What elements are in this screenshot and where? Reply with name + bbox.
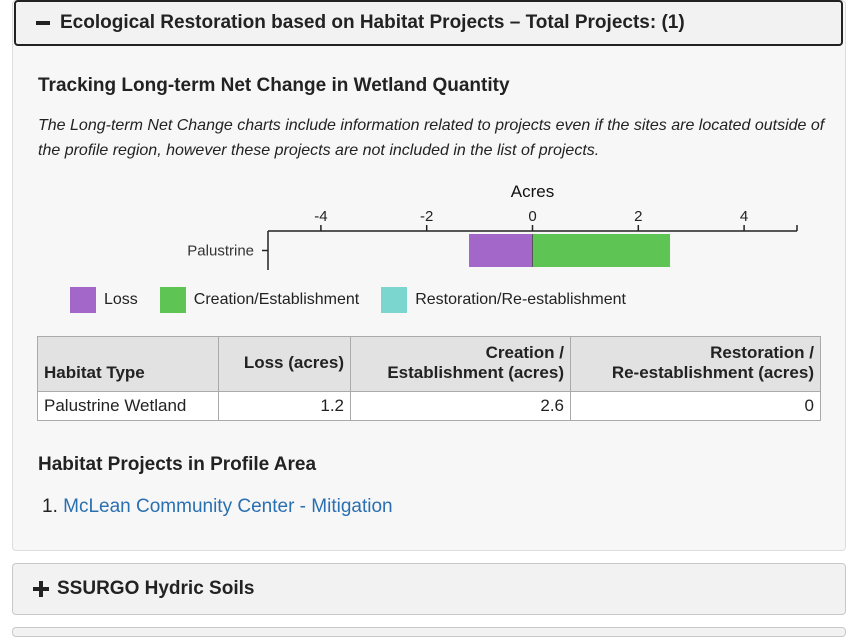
plus-icon [33,581,49,597]
header-restoration: Restoration / Re-establishment (acres) [570,336,821,392]
minus-icon [36,21,50,25]
chart-title: Acres [511,182,554,201]
wetland-tracking-title: Tracking Long-term Net Change in Wetland… [38,75,510,96]
x-tick-label: -4 [314,208,327,225]
legend-label: Creation/Establishment [193,290,360,308]
legend-label: Loss [104,290,138,308]
cell-restoration: 0 [570,391,821,421]
cell-loss: 1.2 [218,391,351,421]
legend-item: Creation/Establishment [159,286,360,313]
habitat-projects-header-label: Ecological Restoration based on Habitat … [60,12,685,33]
next-panel-edge [12,627,846,637]
header-creation: Creation / Establishment (acres) [350,336,571,392]
habitat-projects-header[interactable]: Ecological Restoration based on Habitat … [14,0,843,46]
wetland-table-container: Habitat Type Loss (acres) Creation / Est… [37,336,821,421]
legend-item: Restoration/Re-establishment [381,286,626,313]
wetland-table: Habitat Type Loss (acres) Creation / Est… [37,336,821,421]
x-tick-label: 2 [634,208,642,225]
list-item-number: 1. [42,496,58,517]
legend-label: Restoration/Re-establishment [415,290,626,308]
wetland-tracking-note: The Long-term Net Change charts include … [38,117,825,159]
hydric-soils-header-label: SSURGO Hydric Soils [57,578,255,599]
legend-item: Loss [70,286,138,313]
table-row: Palustrine Wetland 1.2 2.6 0 [37,391,821,421]
header-loss: Loss (acres) [218,336,351,392]
y-tick-label: Palustrine [187,243,254,260]
chart-legend: Loss Creation/Establishment Restoration/Re… [70,286,648,313]
legend-swatch [381,286,408,313]
cell-habitat-type: Palustrine Wetland [37,391,219,421]
header-habitat-type: Habitat Type [37,336,219,392]
list-item: 1. McLean Community Center - Mitigation [42,496,393,518]
hydric-soils-header[interactable]: SSURGO Hydric Soils [12,563,846,615]
x-tick-label: -2 [420,208,433,225]
cell-creation: 2.6 [350,391,571,421]
bar-creation-establishment [532,234,671,267]
x-tick-label: 0 [528,208,536,225]
legend-swatch [159,286,186,313]
net-change-chart: Acres -4 -2 0 2 4 Palustrine [187,182,798,270]
projects-title: Habitat Projects in Profile Area [38,454,317,475]
legend-swatch [70,286,96,313]
table-header-row: Habitat Type Loss (acres) Creation / Est… [37,336,821,392]
project-link[interactable]: McLean Community Center - Mitigation [63,496,392,517]
x-tick-label: 4 [740,208,748,225]
bar-loss [469,234,533,267]
project-list: 1. McLean Community Center - Mitigation [42,496,393,518]
